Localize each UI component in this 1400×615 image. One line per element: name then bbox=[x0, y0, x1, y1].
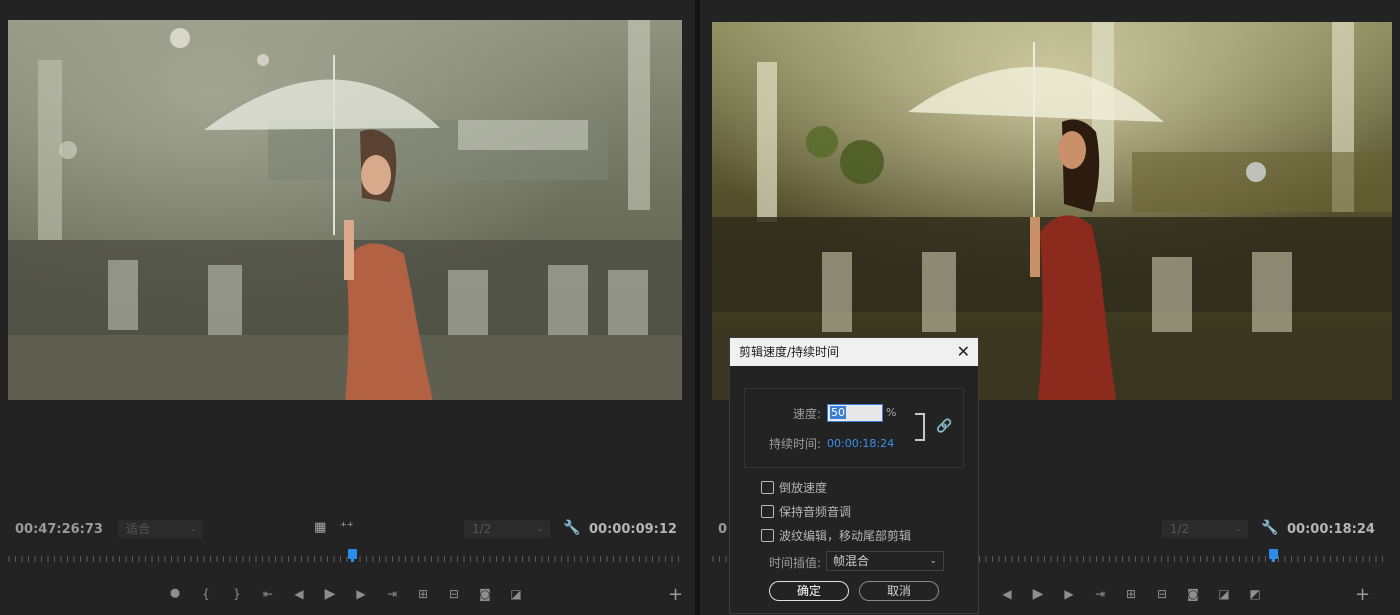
compare-icon[interactable]: ◪ bbox=[1217, 587, 1231, 601]
time-interpolation-dropdown[interactable]: 帧混合 ⌄ bbox=[826, 551, 944, 571]
source-monitor: 00:47:26:73 适合 ⌄ ▦ ⁺⁺ 1/2 ⌄ 🔧 00:00:09:1… bbox=[0, 0, 695, 615]
cancel-button[interactable]: 取消 bbox=[859, 581, 939, 601]
wrench-icon[interactable]: 🔧 bbox=[1261, 520, 1278, 536]
chevron-down-icon: ⌄ bbox=[189, 524, 197, 534]
add-marker-icon[interactable]: ⯃ bbox=[168, 587, 182, 601]
step-forward-icon[interactable]: ▶ bbox=[1062, 587, 1076, 601]
step-back-icon[interactable]: ◀ bbox=[292, 587, 306, 601]
overwrite-icon[interactable]: ⊟ bbox=[447, 587, 461, 601]
close-icon[interactable]: ✕ bbox=[957, 338, 970, 366]
duration-value[interactable]: 00:00:18:24 bbox=[827, 437, 894, 450]
wrench-icon[interactable]: 🔧 bbox=[563, 520, 580, 536]
drag-video-only-icon[interactable]: ▦ bbox=[314, 520, 326, 535]
chevron-down-icon: ⌄ bbox=[929, 556, 937, 566]
time-interpolation-label: 时间插值: bbox=[768, 556, 821, 570]
source-duration-timecode: 00:00:09:12 bbox=[589, 522, 677, 537]
step-forward-icon[interactable]: ▶ bbox=[354, 587, 368, 601]
duration-label: 持续时间: bbox=[768, 437, 821, 451]
speed-input[interactable]: 50 bbox=[827, 404, 883, 422]
chevron-down-icon: ⌄ bbox=[1234, 524, 1242, 534]
checkbox-box[interactable] bbox=[761, 529, 774, 542]
ripple-edit-label: 波纹编辑，移动尾部剪辑 bbox=[779, 529, 912, 543]
comparison-view-icon[interactable]: ◩ bbox=[1248, 587, 1262, 601]
dialog-title: 剪辑速度/持续时间 bbox=[739, 345, 840, 359]
speed-value: 50 bbox=[830, 406, 846, 419]
speed-unit: % bbox=[886, 406, 897, 419]
source-transport-bar: ⯃ { } ⇤ ◀ ▶ ▶ ⇥ ⊞ ⊟ ◙ ◪ bbox=[168, 584, 540, 604]
checkbox-box[interactable] bbox=[761, 505, 774, 518]
source-fit-dropdown[interactable]: 适合 ⌄ bbox=[118, 520, 203, 538]
play-icon[interactable]: ▶ bbox=[323, 587, 337, 601]
time-interpolation-value: 帧混合 bbox=[833, 554, 870, 568]
go-to-out-icon[interactable]: ⇥ bbox=[1093, 587, 1107, 601]
source-video-frame bbox=[8, 20, 682, 400]
program-resolution-dropdown[interactable]: 1/2 ⌄ bbox=[1162, 520, 1248, 538]
program-transport-bar: ◀ ▶ ▶ ⇥ ⊞ ⊟ ◙ ◪ ◩ bbox=[1000, 584, 1279, 604]
export-frame-icon[interactable]: ◙ bbox=[1186, 587, 1200, 601]
mark-out-icon[interactable]: } bbox=[230, 587, 244, 601]
lift-icon[interactable]: ⊞ bbox=[1124, 587, 1138, 601]
button-editor-plus-icon[interactable]: + bbox=[1355, 584, 1370, 605]
mark-in-icon[interactable]: { bbox=[199, 587, 213, 601]
go-to-out-icon[interactable]: ⇥ bbox=[385, 587, 399, 601]
extract-icon[interactable]: ⊟ bbox=[1155, 587, 1169, 601]
source-fit-value: 适合 bbox=[126, 522, 151, 536]
insert-icon[interactable]: ⊞ bbox=[416, 587, 430, 601]
clip-speed-duration-dialog: 剪辑速度/持续时间 ✕ 速度: 50 % 持续时间: 00:00:18:24 🔗… bbox=[729, 337, 979, 614]
source-video-image bbox=[8, 20, 682, 400]
maintain-pitch-label: 保持音频音调 bbox=[779, 505, 852, 519]
program-playhead[interactable] bbox=[1269, 549, 1278, 562]
source-playhead[interactable] bbox=[348, 549, 357, 562]
chain-link-icon[interactable]: 🔗 bbox=[936, 419, 952, 434]
source-resolution-dropdown[interactable]: 1/2 ⌄ bbox=[464, 520, 550, 538]
compare-icon[interactable]: ◪ bbox=[509, 587, 523, 601]
play-icon[interactable]: ▶ bbox=[1031, 587, 1045, 601]
chevron-down-icon: ⌄ bbox=[536, 524, 544, 534]
program-playhead-timecode[interactable]: 0 bbox=[718, 522, 727, 537]
speed-duration-group: 速度: 50 % 持续时间: 00:00:18:24 🔗 bbox=[744, 388, 964, 468]
button-editor-plus-icon[interactable]: + bbox=[668, 584, 683, 605]
source-time-ruler[interactable] bbox=[8, 553, 682, 565]
maintain-pitch-checkbox[interactable]: 保持音频音调 bbox=[761, 503, 851, 520]
link-bracket bbox=[915, 413, 925, 441]
speed-label: 速度: bbox=[792, 407, 821, 421]
step-back-icon[interactable]: ◀ bbox=[1000, 587, 1014, 601]
source-playhead-timecode[interactable]: 00:47:26:73 bbox=[15, 522, 103, 537]
reverse-speed-checkbox[interactable]: 倒放速度 bbox=[761, 479, 827, 496]
program-resolution-value: 1/2 bbox=[1170, 522, 1190, 536]
reverse-speed-label: 倒放速度 bbox=[779, 481, 828, 495]
dialog-titlebar: 剪辑速度/持续时间 ✕ bbox=[730, 338, 978, 366]
source-resolution-value: 1/2 bbox=[472, 522, 492, 536]
ok-button[interactable]: 确定 bbox=[769, 581, 849, 601]
go-to-in-icon[interactable]: ⇤ bbox=[261, 587, 275, 601]
checkbox-box[interactable] bbox=[761, 481, 774, 494]
drag-audio-only-icon[interactable]: ⁺⁺ bbox=[340, 520, 354, 535]
program-duration-timecode: 00:00:18:24 bbox=[1287, 522, 1375, 537]
export-frame-icon[interactable]: ◙ bbox=[478, 587, 492, 601]
ripple-edit-checkbox[interactable]: 波纹编辑，移动尾部剪辑 bbox=[761, 527, 911, 544]
